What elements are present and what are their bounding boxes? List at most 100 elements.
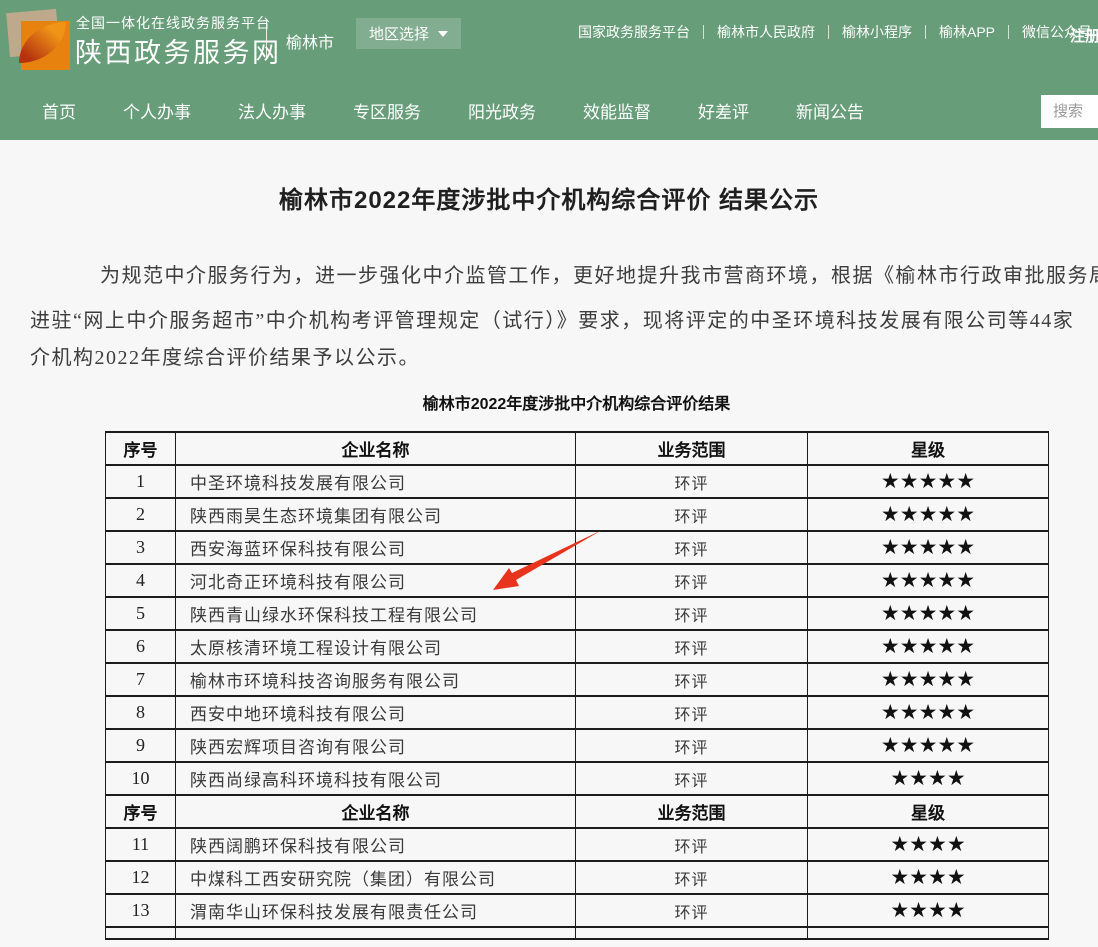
cell-name [176, 927, 576, 939]
page: 全国一体化在线政务服务平台 陕西政务服务网 榆林市 地区选择 国家政务服务平台 … [0, 0, 1098, 947]
cell-stars: ★★★★★ [808, 696, 1049, 729]
cell-scope: 环评 [576, 729, 808, 762]
top-links: 国家政务服务平台 榆林市人民政府 榆林小程序 榆林APP 微信公众号 [578, 25, 1098, 39]
table-row: 4河北奇正环境科技有限公司环评★★★★★ [106, 564, 1049, 597]
register-link[interactable]: 注册 [1070, 25, 1098, 46]
cell-scope: 环评 [576, 597, 808, 630]
cell-stars: ★★★★★ [808, 564, 1049, 597]
cell-name: 中煤科工西安研究院（集团）有限公司 [176, 861, 576, 894]
cell-stars: ★★★★ [808, 861, 1049, 894]
cell-no: 2 [106, 498, 176, 531]
nav-item-legal-person-services[interactable]: 法人办事 [238, 98, 306, 123]
cell-name: 陕西阔鹏环保科技有限公司 [176, 828, 576, 861]
cell-name: 陕西青山绿水环保科技工程有限公司 [176, 597, 576, 630]
column-header-1: 企业名称 [176, 795, 576, 828]
cell-stars: ★★★★★ [808, 465, 1049, 498]
nav-item-efficiency-supervision[interactable]: 效能监督 [583, 98, 651, 123]
column-header-2: 业务范围 [576, 432, 808, 465]
nav-item-rating[interactable]: 好差评 [698, 98, 749, 123]
cell-stars: ★★★★ [808, 894, 1049, 927]
region-selector-label: 地区选择 [369, 23, 429, 44]
table-row: 9陕西宏辉项目咨询有限公司环评★★★★★ [106, 729, 1049, 762]
top-link-national-platform[interactable]: 国家政务服务平台 [578, 25, 704, 39]
cell-name: 中圣环境科技发展有限公司 [176, 465, 576, 498]
table-row: 11陕西阔鹏环保科技有限公司环评★★★★ [106, 828, 1049, 861]
cell-name: 西安海蓝环保科技有限公司 [176, 531, 576, 564]
top-link-yulin-miniprogram[interactable]: 榆林小程序 [829, 25, 926, 39]
cell-no: 10 [106, 762, 176, 795]
site-name: 陕西政务服务网 [75, 31, 282, 70]
table-header-row: 序号企业名称业务范围星级 [106, 432, 1049, 465]
cell-no: 12 [106, 861, 176, 894]
cell-stars: ★★★★ [808, 762, 1049, 795]
table-row: 1中圣环境科技发展有限公司环评★★★★★ [106, 465, 1049, 498]
cell-name: 陕西雨昊生态环境集团有限公司 [176, 498, 576, 531]
main-nav: 首页 个人办事 法人办事 专区服务 阳光政务 效能监督 好差评 新闻公告 [42, 80, 864, 140]
cell-scope: 环评 [576, 828, 808, 861]
nav-item-home[interactable]: 首页 [42, 98, 76, 123]
cell-no: 8 [106, 696, 176, 729]
table-caption: 榆林市2022年度涉批中介机构综合评价结果 [105, 390, 1048, 414]
cell-name: 太原核清环境工程设计有限公司 [176, 630, 576, 663]
cell-scope [576, 927, 808, 939]
notice-paragraph-line: 介机构2022年度综合评价结果予以公示。 [30, 341, 420, 370]
notice-paragraph-line: 进驻“网上中介服务超市”中介机构考评管理规定（试行）》要求，现将评定的中圣环境科… [30, 304, 1074, 333]
search-box [1041, 95, 1098, 128]
cell-stars: ★★★★★ [808, 663, 1049, 696]
cell-name: 陕西尚绿高科环境科技有限公司 [176, 762, 576, 795]
column-header-2: 业务范围 [576, 795, 808, 828]
cell-no: 7 [106, 663, 176, 696]
platform-label: 全国一体化在线政务服务平台 [76, 13, 271, 33]
cell-scope: 环评 [576, 531, 808, 564]
nav-item-news[interactable]: 新闻公告 [796, 98, 864, 123]
cell-stars: ★★★★★ [808, 531, 1049, 564]
evaluation-table-body: 序号企业名称业务范围星级1中圣环境科技发展有限公司环评★★★★★2陕西雨昊生态环… [106, 432, 1049, 939]
nav-item-zone-services[interactable]: 专区服务 [353, 98, 421, 123]
cell-scope: 环评 [576, 894, 808, 927]
search-input[interactable] [1041, 95, 1098, 128]
top-link-yulin-gov[interactable]: 榆林市人民政府 [704, 25, 829, 39]
nav-item-personal-services[interactable]: 个人办事 [123, 98, 191, 123]
column-header-3: 星级 [808, 795, 1049, 828]
cell-scope: 环评 [576, 861, 808, 894]
table-header-row: 序号企业名称业务范围星级 [106, 795, 1049, 828]
cell-stars [808, 927, 1049, 939]
page-title: 榆林市2022年度涉批中介机构综合评价 结果公示 [0, 180, 1098, 215]
table-row: 5陕西青山绿水环保科技工程有限公司环评★★★★★ [106, 597, 1049, 630]
table-row: 7榆林市环境科技咨询服务有限公司环评★★★★★ [106, 663, 1049, 696]
cell-no: 13 [106, 894, 176, 927]
cell-no: 6 [106, 630, 176, 663]
notice-paragraph-line: 为规范中介服务行为，进一步强化中介监管工作，更好地提升我市营商环境，根据《榆林市… [100, 259, 1098, 288]
column-header-3: 星级 [808, 432, 1049, 465]
evaluation-table: 序号企业名称业务范围星级1中圣环境科技发展有限公司环评★★★★★2陕西雨昊生态环… [105, 431, 1049, 940]
table-row: 10陕西尚绿高科环境科技有限公司环评★★★★ [106, 762, 1049, 795]
cell-stars: ★★★★★ [808, 597, 1049, 630]
header-divider [266, 21, 267, 58]
cell-stars: ★★★★★ [808, 630, 1049, 663]
cell-no: 1 [106, 465, 176, 498]
cell-stars: ★★★★★ [808, 729, 1049, 762]
cell-no: 9 [106, 729, 176, 762]
cell-name: 渭南华山环保科技发展有限责任公司 [176, 894, 576, 927]
cell-name: 榆林市环境科技咨询服务有限公司 [176, 663, 576, 696]
chevron-down-icon [438, 31, 448, 37]
cell-scope: 环评 [576, 498, 808, 531]
cell-scope: 环评 [576, 762, 808, 795]
cell-scope: 环评 [576, 696, 808, 729]
cell-no: 3 [106, 531, 176, 564]
table-partial-row [106, 927, 1049, 939]
nav-item-sunshine-gov[interactable]: 阳光政务 [468, 98, 536, 123]
current-city-label: 榆林市 [286, 29, 334, 53]
cell-no [106, 927, 176, 939]
cell-no: 5 [106, 597, 176, 630]
site-header: 全国一体化在线政务服务平台 陕西政务服务网 榆林市 地区选择 国家政务服务平台 … [0, 0, 1098, 140]
cell-scope: 环评 [576, 465, 808, 498]
top-link-yulin-app[interactable]: 榆林APP [926, 25, 1009, 39]
region-selector-button[interactable]: 地区选择 [356, 18, 461, 49]
cell-no: 11 [106, 828, 176, 861]
cell-stars: ★★★★ [808, 828, 1049, 861]
column-header-0: 序号 [106, 432, 176, 465]
table-row: 12中煤科工西安研究院（集团）有限公司环评★★★★ [106, 861, 1049, 894]
table-row: 2陕西雨昊生态环境集团有限公司环评★★★★★ [106, 498, 1049, 531]
site-logo[interactable] [8, 8, 70, 70]
